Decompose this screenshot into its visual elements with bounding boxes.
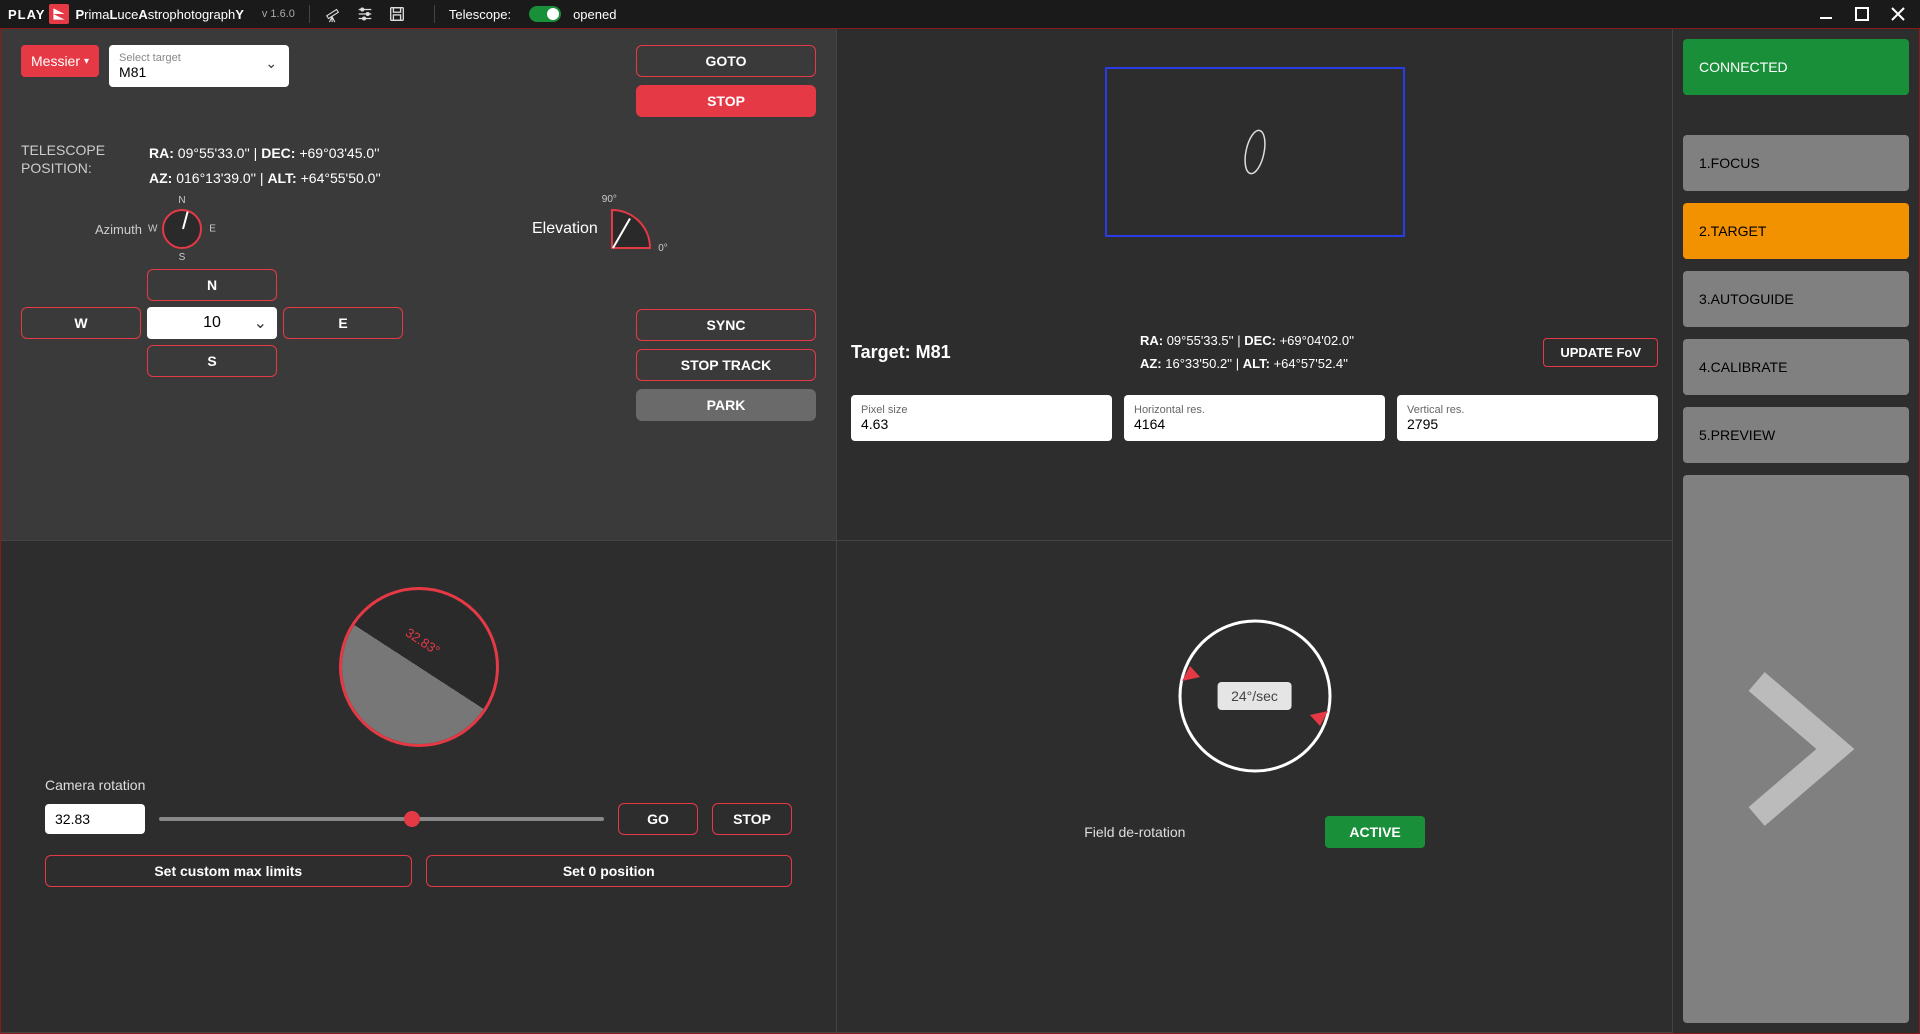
- pixel-size-field[interactable]: Pixel size 4.63: [851, 395, 1112, 441]
- sync-button[interactable]: SYNC: [636, 309, 816, 341]
- app-brand-name: PrimaLuceAstrophotographY: [75, 7, 243, 22]
- rotation-stop-button[interactable]: STOP: [712, 803, 792, 835]
- derotation-dial: 24°/sec: [1170, 611, 1340, 781]
- derotation-speed: 24°/sec: [1217, 682, 1292, 710]
- azimuth-label: Azimuth: [95, 222, 142, 237]
- sidebar-item-autoguide[interactable]: 3.AUTOGUIDE: [1683, 271, 1909, 327]
- target-panel: Target: M81 RA: 09°55'33.5'' | DEC: +69°…: [837, 29, 1673, 541]
- rotation-go-button[interactable]: GO: [618, 803, 698, 835]
- derotation-label: Field de-rotation: [1084, 824, 1185, 840]
- rotation-panel: 32.83° Camera rotation GO STOP Set custo…: [1, 541, 837, 1033]
- rotation-input[interactable]: [45, 804, 145, 834]
- target-placeholder: Select target: [119, 52, 279, 64]
- west-button[interactable]: W: [21, 307, 141, 339]
- east-button[interactable]: E: [283, 307, 403, 339]
- connected-button[interactable]: CONNECTED: [1683, 39, 1909, 95]
- app-logo-icon: [49, 4, 69, 24]
- telescope-icon[interactable]: [324, 5, 342, 23]
- speed-select[interactable]: 10: [147, 307, 277, 339]
- update-fov-button[interactable]: UPDATE FoV: [1543, 338, 1658, 367]
- target-select[interactable]: Select target M81: [109, 45, 289, 87]
- position-label: TELESCOPEPOSITION:: [21, 141, 121, 191]
- horizontal-res-field[interactable]: Horizontal res. 4164: [1124, 395, 1385, 441]
- derotation-panel: 24°/sec Field de-rotation ACTIVE: [837, 541, 1673, 1033]
- set-limits-button[interactable]: Set custom max limits: [45, 855, 412, 887]
- telescope-control-panel: Messier Select target M81 GOTO STOP TELE…: [1, 29, 837, 541]
- elevation-gauge: 90°0°: [608, 204, 658, 254]
- sliders-icon[interactable]: [356, 5, 374, 23]
- sidebar-item-focus[interactable]: 1.FOCUS: [1683, 135, 1909, 191]
- sidebar-item-preview[interactable]: 5.PREVIEW: [1683, 407, 1909, 463]
- minimize-button[interactable]: [1812, 0, 1840, 28]
- fov-preview: [1105, 67, 1405, 237]
- telescope-toggle[interactable]: [529, 6, 561, 22]
- north-button[interactable]: N: [147, 269, 277, 301]
- target-name: Target: M81: [851, 342, 951, 363]
- titlebar: PLAY PrimaLuceAstrophotographY v 1.6.0 T…: [0, 0, 1920, 28]
- separator: [309, 5, 310, 23]
- derotation-active-button[interactable]: ACTIVE: [1325, 816, 1424, 848]
- separator: [434, 5, 435, 23]
- stop-track-button[interactable]: STOP TRACK: [636, 349, 816, 381]
- set-zero-button[interactable]: Set 0 position: [426, 855, 793, 887]
- park-button[interactable]: PARK: [636, 389, 816, 421]
- sidebar-item-calibrate[interactable]: 4.CALIBRATE: [1683, 339, 1909, 395]
- telescope-status: opened: [573, 7, 616, 22]
- sidebar-item-target[interactable]: 2.TARGET: [1683, 203, 1909, 259]
- rotation-dial: 32.83°: [339, 587, 499, 747]
- vertical-res-field[interactable]: Vertical res. 2795: [1397, 395, 1658, 441]
- south-button[interactable]: S: [147, 345, 277, 377]
- play-label: PLAY: [8, 7, 45, 22]
- catalog-dropdown[interactable]: Messier: [21, 45, 99, 77]
- rotation-label: Camera rotation: [45, 777, 792, 793]
- save-icon[interactable]: [388, 5, 406, 23]
- goto-button[interactable]: GOTO: [636, 45, 816, 77]
- target-coords: RA: 09°55'33.5'' | DEC: +69°04'02.0'' AZ…: [1140, 329, 1354, 376]
- app-version: v 1.6.0: [262, 8, 295, 20]
- stop-button[interactable]: STOP: [636, 85, 816, 117]
- right-sidebar: CONNECTED 1.FOCUS 2.TARGET 3.AUTOGUIDE 4…: [1673, 29, 1919, 1033]
- close-button[interactable]: [1884, 0, 1912, 28]
- azimuth-compass: NSEW: [152, 199, 212, 259]
- telescope-label: Telescope:: [449, 7, 511, 22]
- elevation-label: Elevation: [532, 220, 598, 238]
- maximize-button[interactable]: [1848, 0, 1876, 28]
- position-values: RA: 09°55'33.0'' | DEC: +69°03'45.0'' AZ…: [149, 141, 381, 191]
- main-area: Messier Select target M81 GOTO STOP TELE…: [0, 28, 1920, 1034]
- big-play-button[interactable]: [1683, 475, 1909, 1023]
- target-value: M81: [119, 64, 279, 80]
- rotation-slider[interactable]: [159, 804, 604, 834]
- direction-pad: N W 10 E S: [21, 269, 401, 377]
- content-grid: Messier Select target M81 GOTO STOP TELE…: [1, 29, 1673, 1033]
